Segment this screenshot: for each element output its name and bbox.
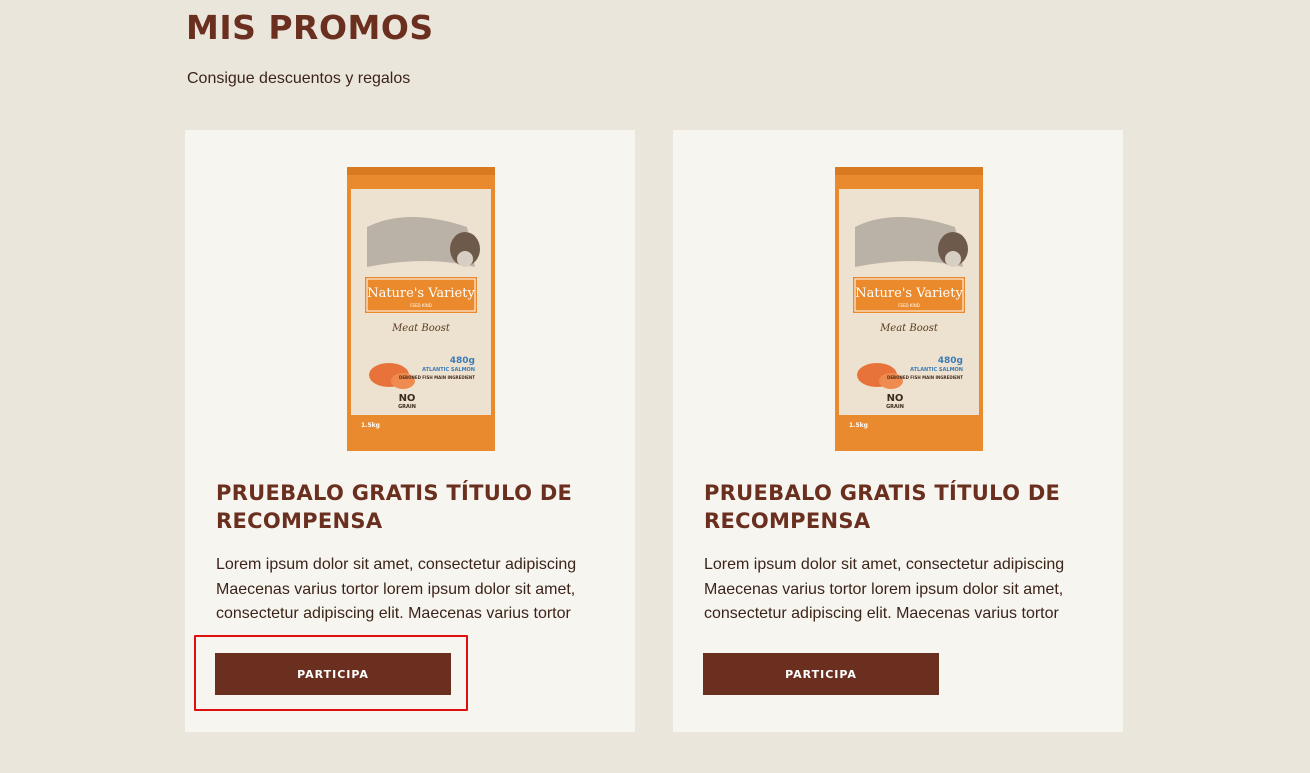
promo-title: PRUEBALO GRATIS TÍTULO DE RECOMPENSA [704, 481, 1061, 533]
product-claim-text: DEBONED FISH MAIN INGREDIENT [399, 375, 475, 380]
promo-card: Nature's Variety FEED KIND Meat Boost 48… [185, 130, 635, 732]
promo-description: Lorem ipsum dolor sit amet, consectetur … [704, 556, 1065, 622]
product-protein-text: ATLANTIC SALMON [422, 367, 475, 373]
participa-button[interactable]: PARTICIPA [215, 653, 451, 695]
product-no-text: NO [399, 393, 416, 404]
product-net-text: 1.5kg [361, 422, 380, 429]
product-image: Nature's Variety FEED KIND Meat Boost 48… [347, 167, 495, 451]
product-subbrand-text: FEED KIND [898, 303, 920, 308]
product-line-text: Meat Boost [391, 323, 451, 334]
product-subbrand-text: FEED KIND [410, 303, 432, 308]
participa-button[interactable]: PARTICIPA [703, 653, 939, 695]
product-claim-text: DEBONED FISH MAIN INGREDIENT [887, 375, 963, 380]
product-no-text: NO [887, 393, 904, 404]
product-brand-text: Nature's Variety [855, 286, 963, 301]
product-protein-text: ATLANTIC SALMON [910, 367, 963, 373]
product-weight-text: 480g [938, 356, 963, 366]
product-grain-text: GRAIN [886, 404, 904, 410]
product-brand-text: Nature's Variety [367, 286, 475, 301]
promo-description: Lorem ipsum dolor sit amet, consectetur … [216, 556, 577, 622]
product-net-text: 1.5kg [849, 422, 868, 429]
product-grain-text: GRAIN [398, 404, 416, 410]
product-line-text: Meat Boost [879, 323, 939, 334]
promo-title: PRUEBALO GRATIS TÍTULO DE RECOMPENSA [216, 481, 573, 533]
page-subtitle: Consigue descuentos y regalos [187, 70, 411, 87]
page-title: MIS PROMOS [186, 8, 434, 47]
promo-card: Nature's Variety FEED KIND Meat Boost 48… [673, 130, 1123, 732]
product-image: Nature's Variety FEED KIND Meat Boost 48… [835, 167, 983, 451]
product-weight-text: 480g [450, 356, 475, 366]
